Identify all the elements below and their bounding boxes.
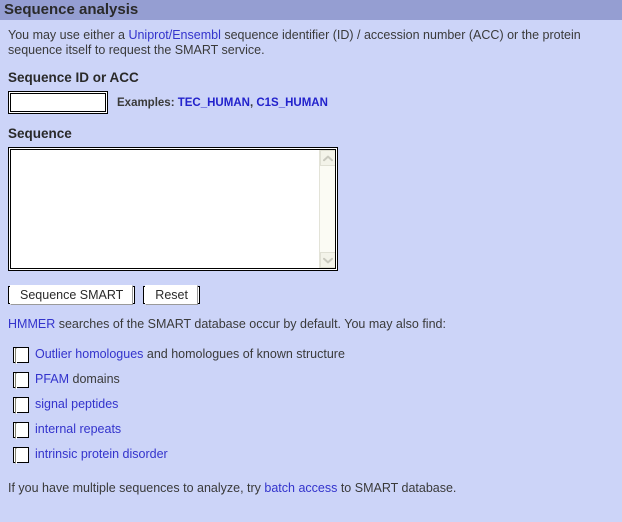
sequence-id-section-title: Sequence ID or ACC [8, 70, 139, 85]
sequence-smart-button[interactable]: Sequence SMART [8, 285, 136, 305]
option-label-pfam-domains: PFAM domains [35, 372, 120, 387]
sequence-id-input-frame [8, 91, 108, 114]
page-title: Sequence analysis [4, 1, 139, 18]
option-row-signal-peptides: signal peptides [8, 392, 614, 417]
reset-button-label: Reset [145, 285, 198, 305]
intro-text-before: You may use either a [8, 28, 129, 42]
sequence-textarea-inner [10, 149, 336, 269]
hmmer-note: HMMER searches of the SMART database occ… [8, 317, 614, 332]
batch-access-note: If you have multiple sequences to analyz… [8, 481, 614, 496]
footer-text-after: to SMART database. [337, 481, 457, 495]
chevron-down-icon[interactable] [320, 252, 335, 268]
signal-peptides-link[interactable]: signal peptides [35, 397, 118, 411]
checkbox-box-icon [15, 372, 17, 389]
hmmer-note-text: searches of the SMART database occur by … [55, 317, 446, 331]
option-label-outlier-homologues: Outlier homologues and homologues of kno… [35, 347, 345, 362]
examples-label: Examples: [117, 96, 175, 109]
option-row-internal-repeats: internal repeats [8, 417, 614, 442]
hmmer-link[interactable]: HMMER [8, 317, 55, 331]
sequence-id-input[interactable] [10, 93, 106, 112]
option-row-pfam-domains: PFAM domains [8, 367, 614, 392]
form-button-row: Sequence SMART Reset [8, 285, 614, 305]
checkbox-box-icon [15, 447, 17, 464]
batch-access-link[interactable]: batch access [264, 481, 337, 495]
intro-paragraph: You may use either a Uniprot/Ensembl seq… [8, 28, 588, 58]
reset-button[interactable]: Reset [143, 285, 200, 305]
checkbox-signal-peptides[interactable] [13, 396, 29, 414]
sequence-section-title: Sequence [8, 126, 72, 141]
checkbox-box-icon [15, 397, 17, 414]
sequence-textarea-frame [8, 147, 338, 271]
examples-text: Examples: TEC_HUMAN, C1S_HUMAN [117, 97, 328, 109]
outlier-homologues-link[interactable]: Outlier homologues [35, 347, 143, 361]
option-text-pfam-domains: domains [69, 372, 120, 386]
option-text-outlier-homologues: and homologues of known structure [143, 347, 345, 361]
page-header: Sequence analysis [0, 0, 622, 20]
search-options-list: Outlier homologues and homologues of kno… [8, 342, 614, 467]
option-row-outlier-homologues: Outlier homologues and homologues of kno… [8, 342, 614, 367]
option-label-intrinsic-protein-disorder: intrinsic protein disorder [35, 447, 168, 462]
checkbox-pfam-domains[interactable] [13, 371, 29, 389]
pfam-link[interactable]: PFAM [35, 372, 69, 386]
option-label-internal-repeats: internal repeats [35, 422, 121, 437]
page-content: You may use either a Uniprot/Ensembl seq… [0, 20, 622, 496]
sequence-smart-button-label: Sequence SMART [10, 285, 134, 305]
internal-repeats-link[interactable]: internal repeats [35, 422, 121, 436]
checkbox-box-icon [15, 422, 17, 439]
footer-text-before: If you have multiple sequences to analyz… [8, 481, 265, 495]
option-row-intrinsic-protein-disorder: intrinsic protein disorder [8, 442, 614, 467]
checkbox-internal-repeats[interactable] [13, 421, 29, 439]
example-link-c1s-human[interactable]: C1S_HUMAN [256, 97, 328, 109]
sequence-id-row: Examples: TEC_HUMAN, C1S_HUMAN [8, 91, 614, 114]
intrinsic-protein-disorder-link[interactable]: intrinsic protein disorder [35, 447, 168, 461]
checkbox-outlier-homologues[interactable] [13, 346, 29, 364]
option-label-signal-peptides: signal peptides [35, 397, 118, 412]
sequence-textarea[interactable] [11, 150, 319, 268]
sequence-textarea-scrollbar[interactable] [319, 150, 335, 268]
example-link-tec-human[interactable]: TEC_HUMAN [178, 97, 250, 109]
uniprot-ensembl-link[interactable]: Uniprot/Ensembl [128, 28, 220, 42]
checkbox-box-icon [15, 347, 17, 364]
checkbox-intrinsic-protein-disorder[interactable] [13, 446, 29, 464]
chevron-up-icon[interactable] [320, 150, 335, 166]
